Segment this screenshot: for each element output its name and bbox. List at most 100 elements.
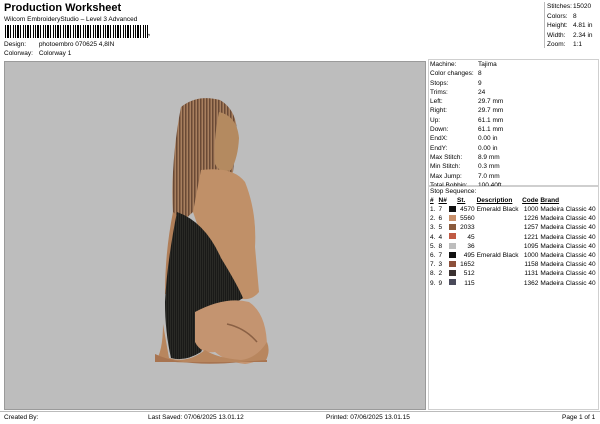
info-stops: Stops: 9: [430, 79, 482, 87]
stop-desc: [477, 269, 522, 278]
stop-row: 7. 3 1652 1158 Madeira Classic 40: [430, 260, 598, 269]
stop-n: 6: [438, 215, 443, 223]
stop-desc: Emerald Black: [476, 252, 519, 260]
color-swatch-cell: [449, 269, 457, 278]
design-value: photoembro 070625 4,8IN: [38, 41, 115, 48]
stop-st: 115: [464, 279, 475, 287]
col-header-description: Description: [476, 197, 513, 204]
color-swatch-cell: [449, 251, 457, 260]
page-number: Page 1 of 1: [562, 414, 596, 421]
created-by: Created By:: [4, 414, 39, 421]
stop-brand: Madeira Classic 40: [540, 270, 596, 278]
stat-colors: Colors: 8: [547, 12, 577, 20]
info-min-stitch: Min Stitch: 0.3 mm: [430, 163, 500, 171]
color-swatch-cell: [449, 205, 457, 214]
stop-brand: Madeira Classic 40: [540, 252, 596, 260]
stat-height: Height: 4.81 in: [547, 22, 593, 30]
info-trims: Trims: 24: [430, 88, 486, 96]
col-header-swatch: [449, 196, 457, 205]
color-swatch: [449, 205, 457, 212]
software-name: Wilcom EmbroideryStudio – Level 3 Advanc…: [4, 16, 138, 23]
design-preview[interactable]: [4, 61, 426, 410]
stop-code: 1257: [523, 224, 539, 232]
design-stats: Stitches:15020 Colors: 8 Height: 4.81 in W…: [544, 2, 600, 48]
color-swatch: [449, 261, 457, 267]
info-machine: Machine: Tajima: [430, 61, 497, 68]
stop-code: 1131: [524, 270, 539, 278]
stop-sequence-header: # N# St. Description Code Brand: [430, 196, 598, 205]
stat-zoom: Zoom: 1:1: [547, 41, 583, 49]
last-saved: Last Saved: 07/06/2025 13.01.12: [148, 414, 244, 421]
color-swatch-cell: [449, 214, 457, 223]
col-header-code: Code: [522, 197, 539, 204]
colorway-label: Colorway:: [4, 50, 33, 57]
stop-code: 1221: [523, 233, 539, 241]
color-swatch: [449, 251, 457, 258]
machine-info-panel: Machine: Tajima Color changes: 8 Stops: 9 T…: [428, 59, 599, 189]
stop-num: 4.: [430, 233, 436, 241]
stop-sequence-panel: Stop Sequence: # N# St. Description Code…: [428, 186, 599, 410]
color-swatch: [449, 233, 457, 240]
info-down: Down: 61.1 mm: [430, 126, 504, 134]
stop-brand: Madeira Classic 40: [540, 224, 596, 232]
stop-row: 2. 6 5560 1226 Madeira Classic 40: [430, 214, 598, 223]
info-max-stitch: Max Stitch: 8.9 mm: [430, 153, 500, 161]
stop-st: 4570: [460, 206, 475, 213]
stop-brand: Madeira Classic 40: [540, 215, 596, 223]
stop-num: 7.: [430, 261, 436, 269]
stop-st: 512: [463, 270, 475, 278]
stop-code: 1000: [523, 252, 539, 260]
col-header-needle: N#: [438, 197, 447, 204]
stop-desc: [477, 279, 522, 288]
color-swatch: [449, 214, 457, 221]
stop-row: 5. 8 36 1095 Madeira Classic 40: [430, 242, 598, 251]
color-swatch: [449, 224, 457, 231]
barcode-tail: ,: [148, 30, 150, 37]
stop-desc: Emerald Black: [476, 206, 519, 213]
stop-n: 7: [438, 206, 443, 213]
stop-n: 5: [438, 224, 443, 232]
stop-brand: Madeira Classic 40: [540, 242, 596, 250]
col-header-brand: Brand: [540, 197, 560, 204]
stop-num: 2.: [430, 215, 436, 223]
color-swatch-cell: [449, 223, 457, 232]
col-header-stitches: St.: [457, 197, 466, 204]
info-endy: EndY: 0.00 in: [430, 144, 498, 152]
stop-brand: Madeira Classic 40: [540, 206, 596, 213]
stop-row: 4. 4 45 1221 Madeira Classic 40: [430, 233, 598, 242]
stop-num: 3.: [430, 224, 436, 232]
stop-row: 8. 2 512 1131 Madeira Classic 40: [430, 269, 598, 278]
info-max-jump: Max Jump: 7.0 mm: [430, 172, 500, 180]
info-color-changes: Color changes: 8: [430, 70, 482, 78]
stop-code: 1000: [523, 206, 539, 213]
stop-n: 8: [438, 242, 443, 250]
stop-brand: Madeira Classic 40: [540, 233, 596, 241]
stop-num: 6.: [430, 252, 436, 260]
stop-row: 9. 9 115 1362 Madeira Classic 40: [430, 279, 598, 288]
stop-desc: [477, 214, 522, 223]
stop-n: 4: [438, 233, 443, 241]
stop-st: 45: [467, 233, 475, 241]
color-swatch: [449, 279, 457, 286]
design-name-row: Design: photoembro 070625 4,8IN: [4, 41, 114, 48]
stop-n: 3: [438, 261, 443, 269]
stop-sequence-caption: Stop Sequence:: [430, 188, 477, 195]
color-swatch-cell: [449, 260, 457, 269]
stop-num: 9.: [430, 279, 436, 287]
stop-st: 2033: [460, 224, 475, 232]
stop-n: 7: [438, 252, 443, 260]
design-label: Design:: [4, 41, 27, 48]
stop-n: 2: [438, 270, 443, 278]
stop-st: 1652: [460, 261, 475, 269]
stop-brand: Madeira Classic 40: [540, 279, 596, 287]
info-right: Right: 29.7 mm: [430, 107, 504, 115]
stop-desc: [477, 260, 522, 269]
stat-width: Width: 2.34 in: [547, 31, 593, 39]
color-swatch: [449, 242, 457, 249]
stop-desc: [477, 233, 522, 242]
stop-row: 3. 5 2033 1257 Madeira Classic 40: [430, 223, 598, 232]
color-swatch-cell: [449, 233, 457, 242]
stop-desc: [477, 242, 522, 251]
embroidery-figure: [155, 98, 269, 364]
color-swatch-cell: [449, 242, 457, 251]
